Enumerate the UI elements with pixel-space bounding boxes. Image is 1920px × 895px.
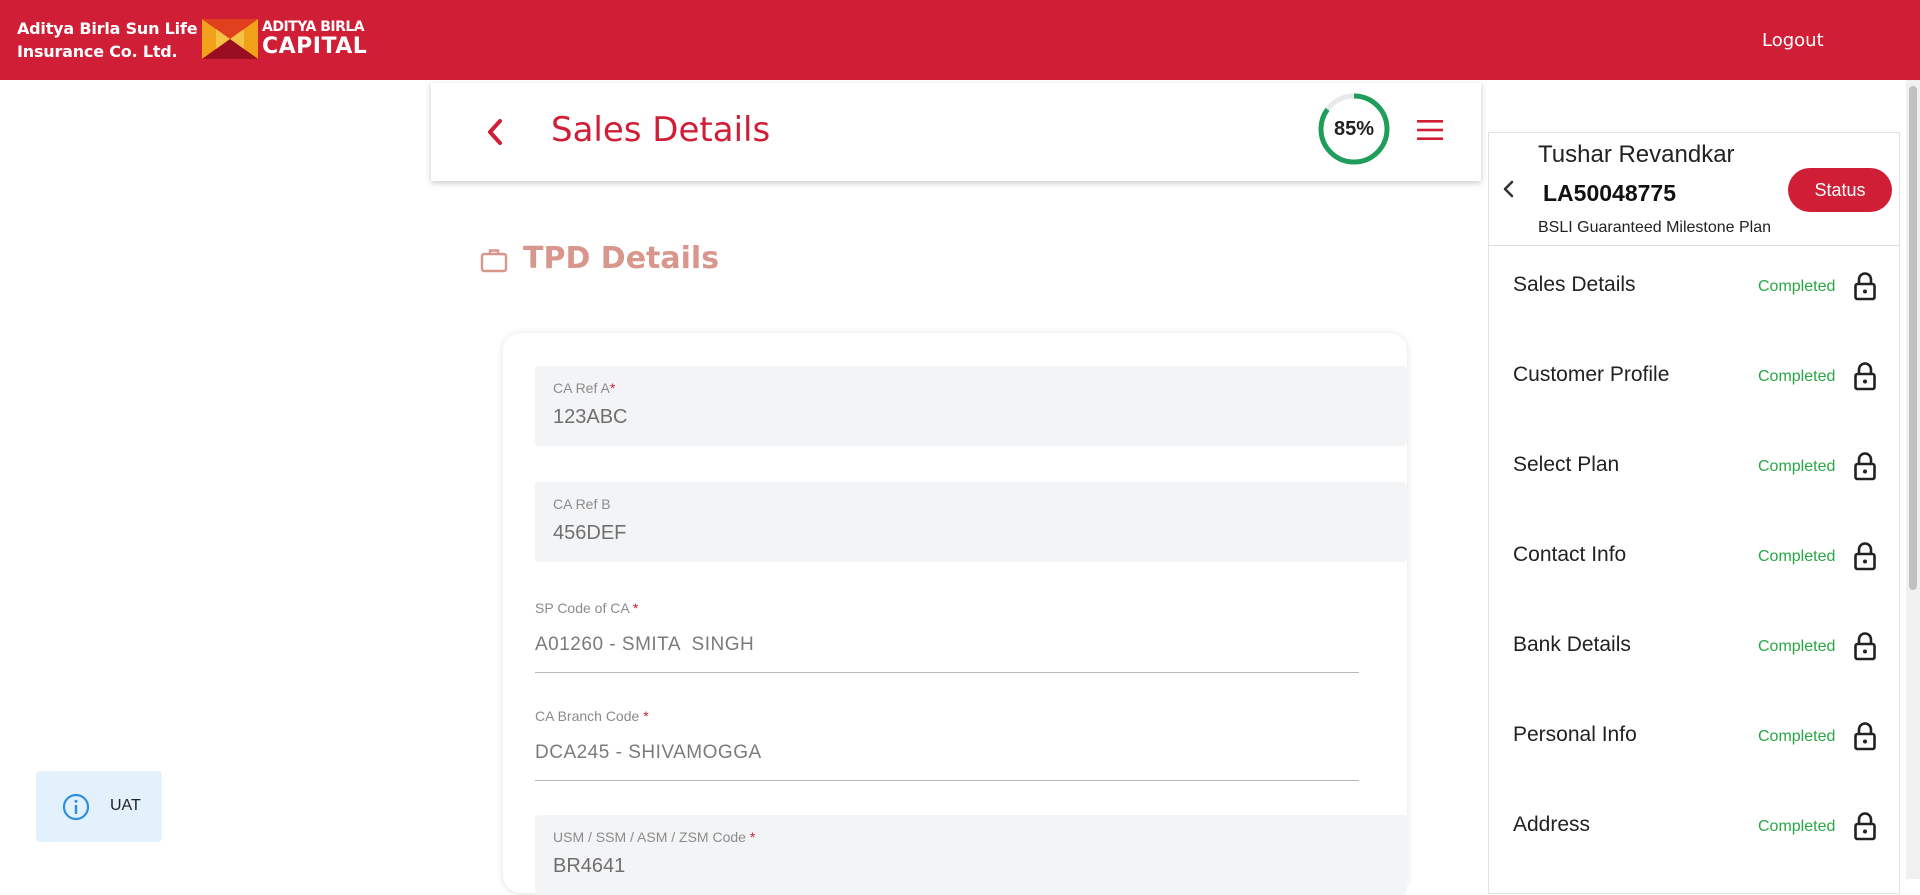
ca-ref-b-value: 456DEF [553, 522, 627, 544]
insurer-name: Aditya Birla Sun Life Insurance Co. Ltd. [17, 17, 198, 63]
logo-wordmark: ADITYA BIRLA CAPITAL [262, 19, 367, 59]
step-status: Completed [1758, 728, 1836, 745]
step-label: Customer Profile [1513, 363, 1670, 386]
step-label: Bank Details [1513, 633, 1631, 656]
lock-icon [1853, 811, 1877, 841]
step-status: Completed [1758, 818, 1836, 835]
step-item-address[interactable]: Address Completed [1489, 807, 1899, 867]
collapse-panel-chevron-icon[interactable] [1501, 177, 1517, 201]
branch-code-value: DCA245 - SHIVAMOGGA [535, 742, 762, 763]
sp-code-label: SP Code of CA * [535, 600, 639, 616]
sp-code-value: A01260 - SMITA SINGH [535, 634, 755, 655]
ca-ref-b-label: CA Ref B [553, 496, 611, 512]
progress-ring: 85% [1317, 92, 1391, 166]
tpd-details-form: CA Ref A* 123ABC CA Ref B 456DEF SP Code… [503, 333, 1407, 895]
usm-code-field[interactable]: USM / SSM / ASM / ZSM Code * BR4641 [535, 815, 1407, 895]
step-item-bank-details[interactable]: Bank Details Completed [1489, 627, 1899, 687]
lock-icon [1853, 451, 1877, 481]
logo-wordmark-line1: ADITYA BIRLA [262, 19, 365, 35]
branch-code-field[interactable]: CA Branch Code * DCA245 - SHIVAMOGGA [535, 708, 1359, 781]
step-status: Completed [1758, 368, 1836, 385]
usm-code-value: BR4641 [553, 855, 626, 877]
info-icon [62, 793, 90, 821]
page-scrollbar[interactable] [1906, 80, 1920, 879]
step-item-contact-info[interactable]: Contact Info Completed [1489, 537, 1899, 597]
progress-percentage: 85% [1333, 118, 1375, 140]
lock-icon [1853, 361, 1877, 391]
step-label: Sales Details [1513, 273, 1636, 296]
ca-ref-b-field[interactable]: CA Ref B 456DEF [535, 482, 1407, 562]
step-status: Completed [1758, 278, 1836, 295]
lock-icon [1853, 271, 1877, 301]
sp-code-field[interactable]: SP Code of CA * A01260 - SMITA SINGH [535, 600, 1359, 673]
aditya-birla-capital-logo: ADITYA BIRLA CAPITAL [202, 19, 367, 59]
lock-icon [1853, 541, 1877, 571]
insurer-name-line2: Insurance Co. Ltd. [17, 42, 178, 61]
step-status: Completed [1758, 458, 1836, 475]
briefcase-icon [480, 247, 508, 273]
logout-link[interactable]: Logout [1762, 30, 1824, 51]
environment-label: UAT [110, 797, 141, 814]
page-title: Sales Details [551, 110, 771, 150]
status-button[interactable]: Status [1788, 168, 1892, 212]
step-item-select-plan[interactable]: Select Plan Completed [1489, 447, 1899, 507]
plan-name: BSLI Guaranteed Milestone Plan [1538, 219, 1772, 236]
scrollbar-thumb[interactable] [1909, 86, 1917, 590]
section-title: TPD Details [523, 241, 720, 276]
customer-name: Tushar Revandkar [1538, 141, 1735, 168]
step-status: Completed [1758, 548, 1836, 565]
top-header-bar: Aditya Birla Sun Life Insurance Co. Ltd.… [0, 0, 1920, 80]
step-label: Address [1513, 813, 1591, 836]
usm-code-label: USM / SSM / ASM / ZSM Code * [553, 829, 756, 845]
step-label: Contact Info [1513, 543, 1627, 566]
logo-mark-icon [202, 19, 258, 59]
ca-ref-a-field[interactable]: CA Ref A* 123ABC [535, 366, 1407, 446]
panel-divider [1489, 245, 1899, 246]
application-side-panel: Tushar Revandkar LA50048775 BSLI Guarant… [1488, 132, 1900, 894]
application-number: LA50048775 [1543, 180, 1676, 206]
page-header-card: Sales Details 85% [431, 83, 1481, 181]
step-label: Select Plan [1513, 453, 1620, 476]
ca-ref-a-label: CA Ref A* [553, 380, 616, 396]
lock-icon [1853, 631, 1877, 661]
branch-code-label: CA Branch Code * [535, 708, 649, 724]
insurer-name-line1: Aditya Birla Sun Life [17, 19, 198, 38]
environment-badge: UAT [36, 771, 162, 842]
logo-wordmark-line2: CAPITAL [262, 34, 368, 59]
hamburger-menu-icon[interactable] [1416, 117, 1444, 143]
step-label: Personal Info [1513, 723, 1637, 746]
ca-ref-a-value: 123ABC [553, 406, 628, 428]
step-item-sales-details[interactable]: Sales Details Completed [1489, 267, 1899, 327]
step-status: Completed [1758, 638, 1836, 655]
back-chevron-icon[interactable] [483, 116, 507, 148]
lock-icon [1853, 721, 1877, 751]
step-item-personal-info[interactable]: Personal Info Completed [1489, 717, 1899, 777]
step-item-customer-profile[interactable]: Customer Profile Completed [1489, 357, 1899, 417]
